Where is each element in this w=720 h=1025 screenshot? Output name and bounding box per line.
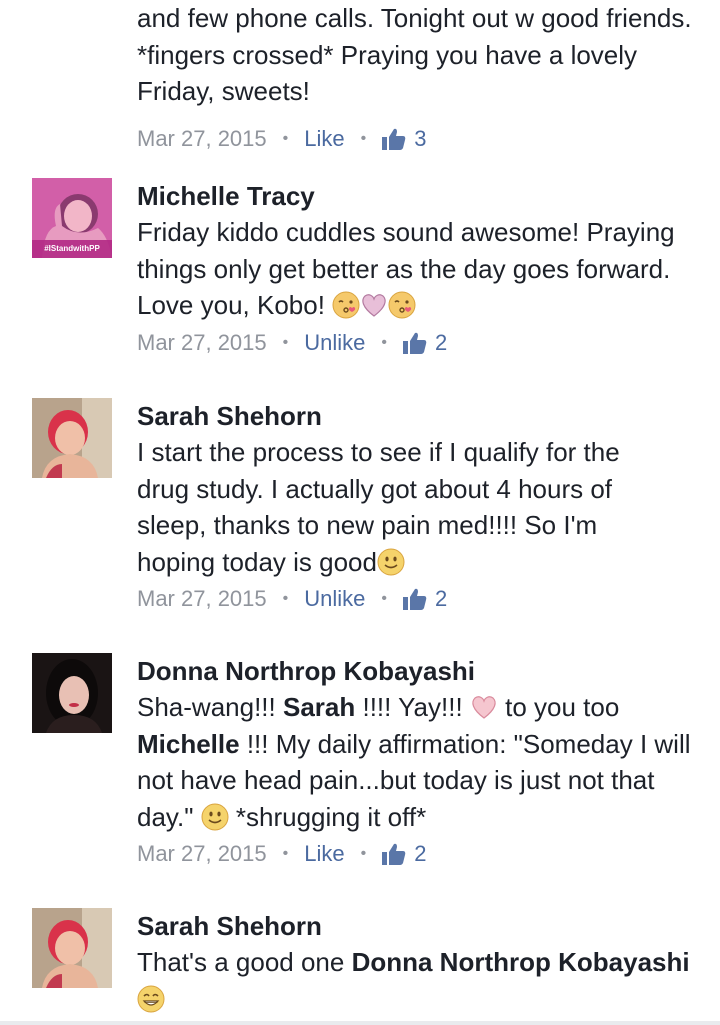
comment-body: Sarah Shehorn I start the process to see… — [137, 398, 707, 614]
pink-heart-emoji-icon — [470, 693, 498, 721]
comment-text: I start the process to see if I qualify … — [137, 434, 707, 580]
pink-heart-emoji-icon — [360, 291, 388, 319]
separator-dot: • — [282, 590, 289, 607]
comment-timestamp[interactable]: Mar 27, 2015 — [137, 839, 267, 869]
separator-dot: • — [282, 845, 289, 862]
separator-dot: • — [381, 333, 387, 351]
commenter-name[interactable]: Sarah Shehorn — [137, 908, 707, 944]
comment-text-line: sleep, thanks to new pain med!!!! So I'm — [137, 510, 598, 540]
comment-text-content: !!!! Yay!!! — [355, 692, 470, 722]
comment-text-content: That's a good one — [137, 947, 352, 977]
comment-text: and few phone calls. Tonight out w good … — [137, 3, 692, 106]
like-button[interactable]: Like — [304, 839, 344, 869]
avatar[interactable]: #IStandwithPP — [32, 178, 112, 258]
mention-link[interactable]: Donna Northrop Kobayashi — [352, 947, 690, 977]
comment-meta: Mar 27, 2015 • Unlike • 2 — [137, 328, 707, 358]
comment-body: and few phone calls. Tonight out w good … — [137, 0, 707, 154]
comment-timestamp[interactable]: Mar 27, 2015 — [137, 328, 267, 358]
comment-meta: Mar 27, 2015 • Unlike • 2 — [137, 584, 707, 614]
comment-text-content: Sha-wang!!! — [137, 692, 283, 722]
avatar[interactable] — [32, 653, 112, 733]
kissing-heart-emoji-icon — [332, 291, 360, 319]
grin-emoji-icon — [137, 985, 165, 1013]
comment-meta: Mar 27, 2015 • Like • 2 — [137, 839, 707, 869]
unlike-button[interactable]: Unlike — [304, 584, 365, 614]
mention-link[interactable]: Michelle — [137, 729, 240, 759]
avatar-caption: #IStandwithPP — [44, 244, 100, 253]
thumbs-up-icon[interactable] — [382, 843, 406, 865]
comment-text-content: *shrugging it off* — [228, 801, 427, 832]
unlike-button[interactable]: Unlike — [304, 328, 365, 358]
like-button[interactable]: Like — [304, 124, 344, 154]
commenter-name[interactable]: Sarah Shehorn — [137, 398, 707, 434]
avatar[interactable] — [32, 908, 112, 988]
comment-text-line: drug study. I actually got about 4 hours… — [137, 473, 613, 504]
separator-dot: • — [282, 129, 289, 147]
comment-text: Sha-wang!!! Sarah !!!! Yay!!! to you too… — [137, 689, 707, 835]
separator-dot: • — [360, 129, 367, 147]
divider — [0, 1021, 720, 1025]
like-count[interactable]: 2 — [435, 328, 447, 358]
commenter-name[interactable]: Donna Northrop Kobayashi — [137, 653, 707, 689]
comment-meta: Mar 27, 2015 • Like • 3 — [137, 124, 707, 154]
avatar[interactable] — [32, 398, 112, 478]
like-count[interactable]: 2 — [414, 839, 426, 869]
smile-emoji-icon — [377, 548, 405, 576]
separator-dot: • — [282, 333, 289, 351]
kissing-heart-emoji-icon — [388, 291, 416, 319]
comment-timestamp[interactable]: Mar 27, 2015 — [137, 584, 267, 614]
comment-text-content: to you too — [497, 692, 620, 722]
comment-text-line: I start the process to see if I qualify … — [137, 437, 620, 467]
separator-dot: • — [360, 845, 367, 862]
thumbs-up-icon[interactable] — [403, 332, 427, 354]
separator-dot: • — [381, 590, 387, 607]
comment-body: Sarah Shehorn That's a good one Donna No… — [137, 908, 707, 1017]
commenter-name[interactable]: Michelle Tracy — [137, 178, 707, 214]
comment-text: Friday kiddo cuddles sound awesome! Pray… — [137, 214, 707, 324]
comment-text-line: hoping today is good — [137, 544, 707, 581]
thumbs-up-icon[interactable] — [403, 588, 427, 610]
comment-body: Michelle Tracy Friday kiddo cuddles soun… — [137, 178, 707, 358]
comment-text: That's a good one Donna Northrop Kobayas… — [137, 944, 707, 1017]
comment-body: Donna Northrop Kobayashi Sha-wang!!! Sar… — [137, 653, 707, 869]
like-count[interactable]: 2 — [435, 584, 447, 614]
smile-emoji-icon — [201, 803, 229, 831]
like-count[interactable]: 3 — [414, 124, 426, 154]
comment-timestamp[interactable]: Mar 27, 2015 — [137, 124, 267, 154]
mention-link[interactable]: Sarah — [283, 692, 355, 722]
thumbs-up-icon[interactable] — [382, 128, 406, 150]
comment-text-content: hoping today is good — [137, 546, 377, 577]
